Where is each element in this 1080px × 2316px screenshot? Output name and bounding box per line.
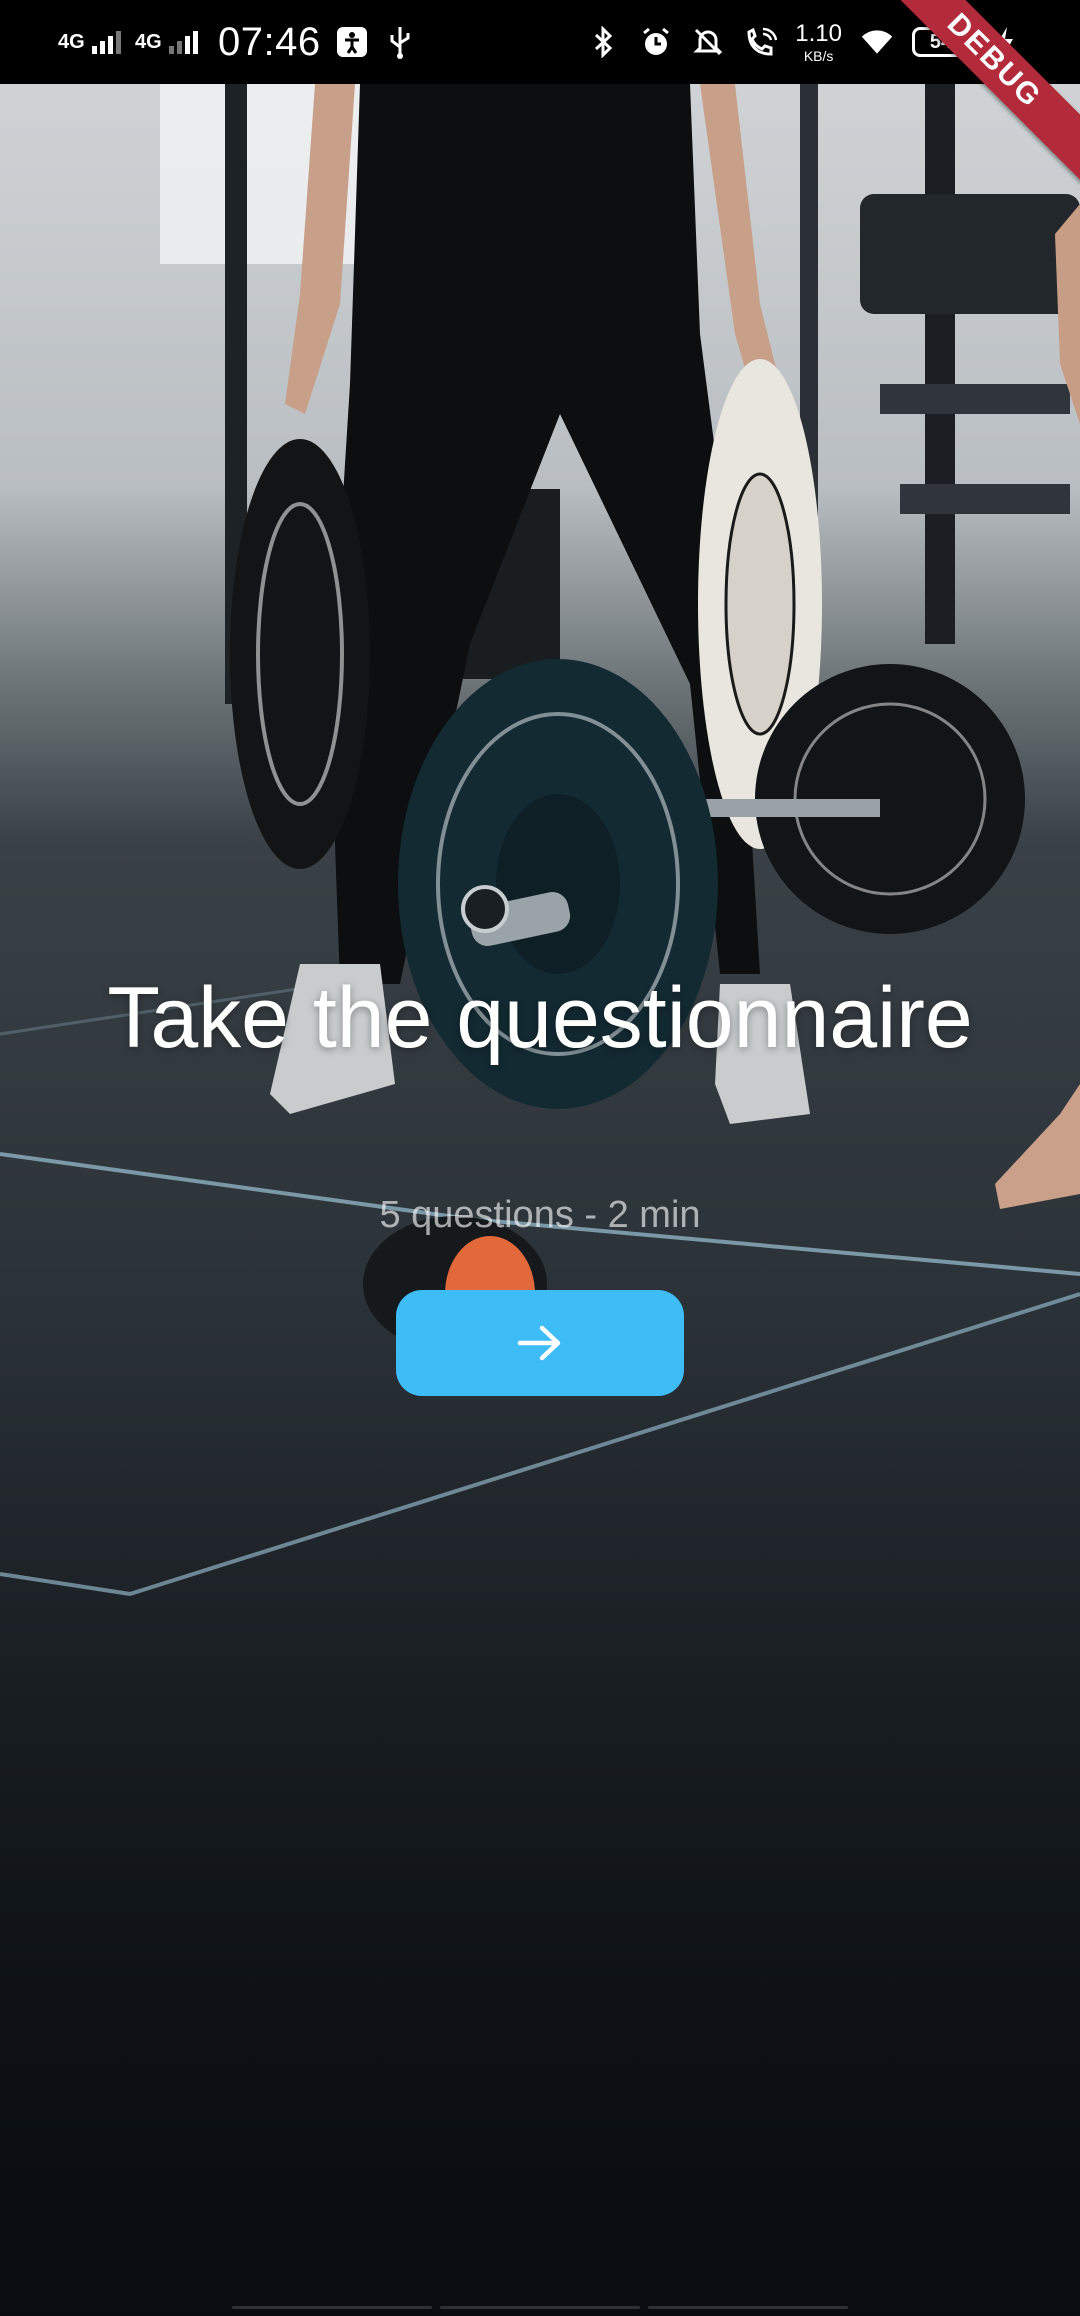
signal-indicator-2: 4G	[135, 30, 198, 54]
questionnaire-subtitle: 5 questions - 2 min	[379, 1194, 701, 1236]
signal-icon	[169, 30, 198, 54]
network-type-label: 4G	[135, 31, 162, 53]
bottom-indicator	[0, 2306, 1080, 2316]
status-time: 07:46	[218, 19, 321, 64]
signal-icon	[92, 30, 121, 54]
arrow-right-icon	[517, 1325, 561, 1361]
network-speed: 1.10 KB/s	[795, 19, 842, 64]
start-questionnaire-button[interactable]	[396, 1290, 684, 1396]
wifi-icon	[860, 25, 894, 59]
network-type-label: 4G	[58, 31, 85, 53]
status-bar-left: 4G 4G 07:46	[58, 0, 417, 84]
page-title: Take the questionnaire	[107, 970, 973, 1066]
bluetooth-icon	[587, 25, 621, 59]
accessibility-icon	[335, 25, 369, 59]
network-speed-value: 1.10	[795, 19, 842, 47]
usb-icon	[383, 25, 417, 59]
questionnaire-screen: 4G 4G 07:46 1.10 KB/s DEBUG Take the que…	[0, 0, 1080, 2316]
network-speed-unit: KB/s	[803, 47, 834, 64]
alarm-icon	[639, 25, 673, 59]
mute-icon	[691, 25, 725, 59]
wifi-calling-icon	[743, 25, 778, 59]
signal-indicator-1: 4G	[58, 30, 121, 54]
